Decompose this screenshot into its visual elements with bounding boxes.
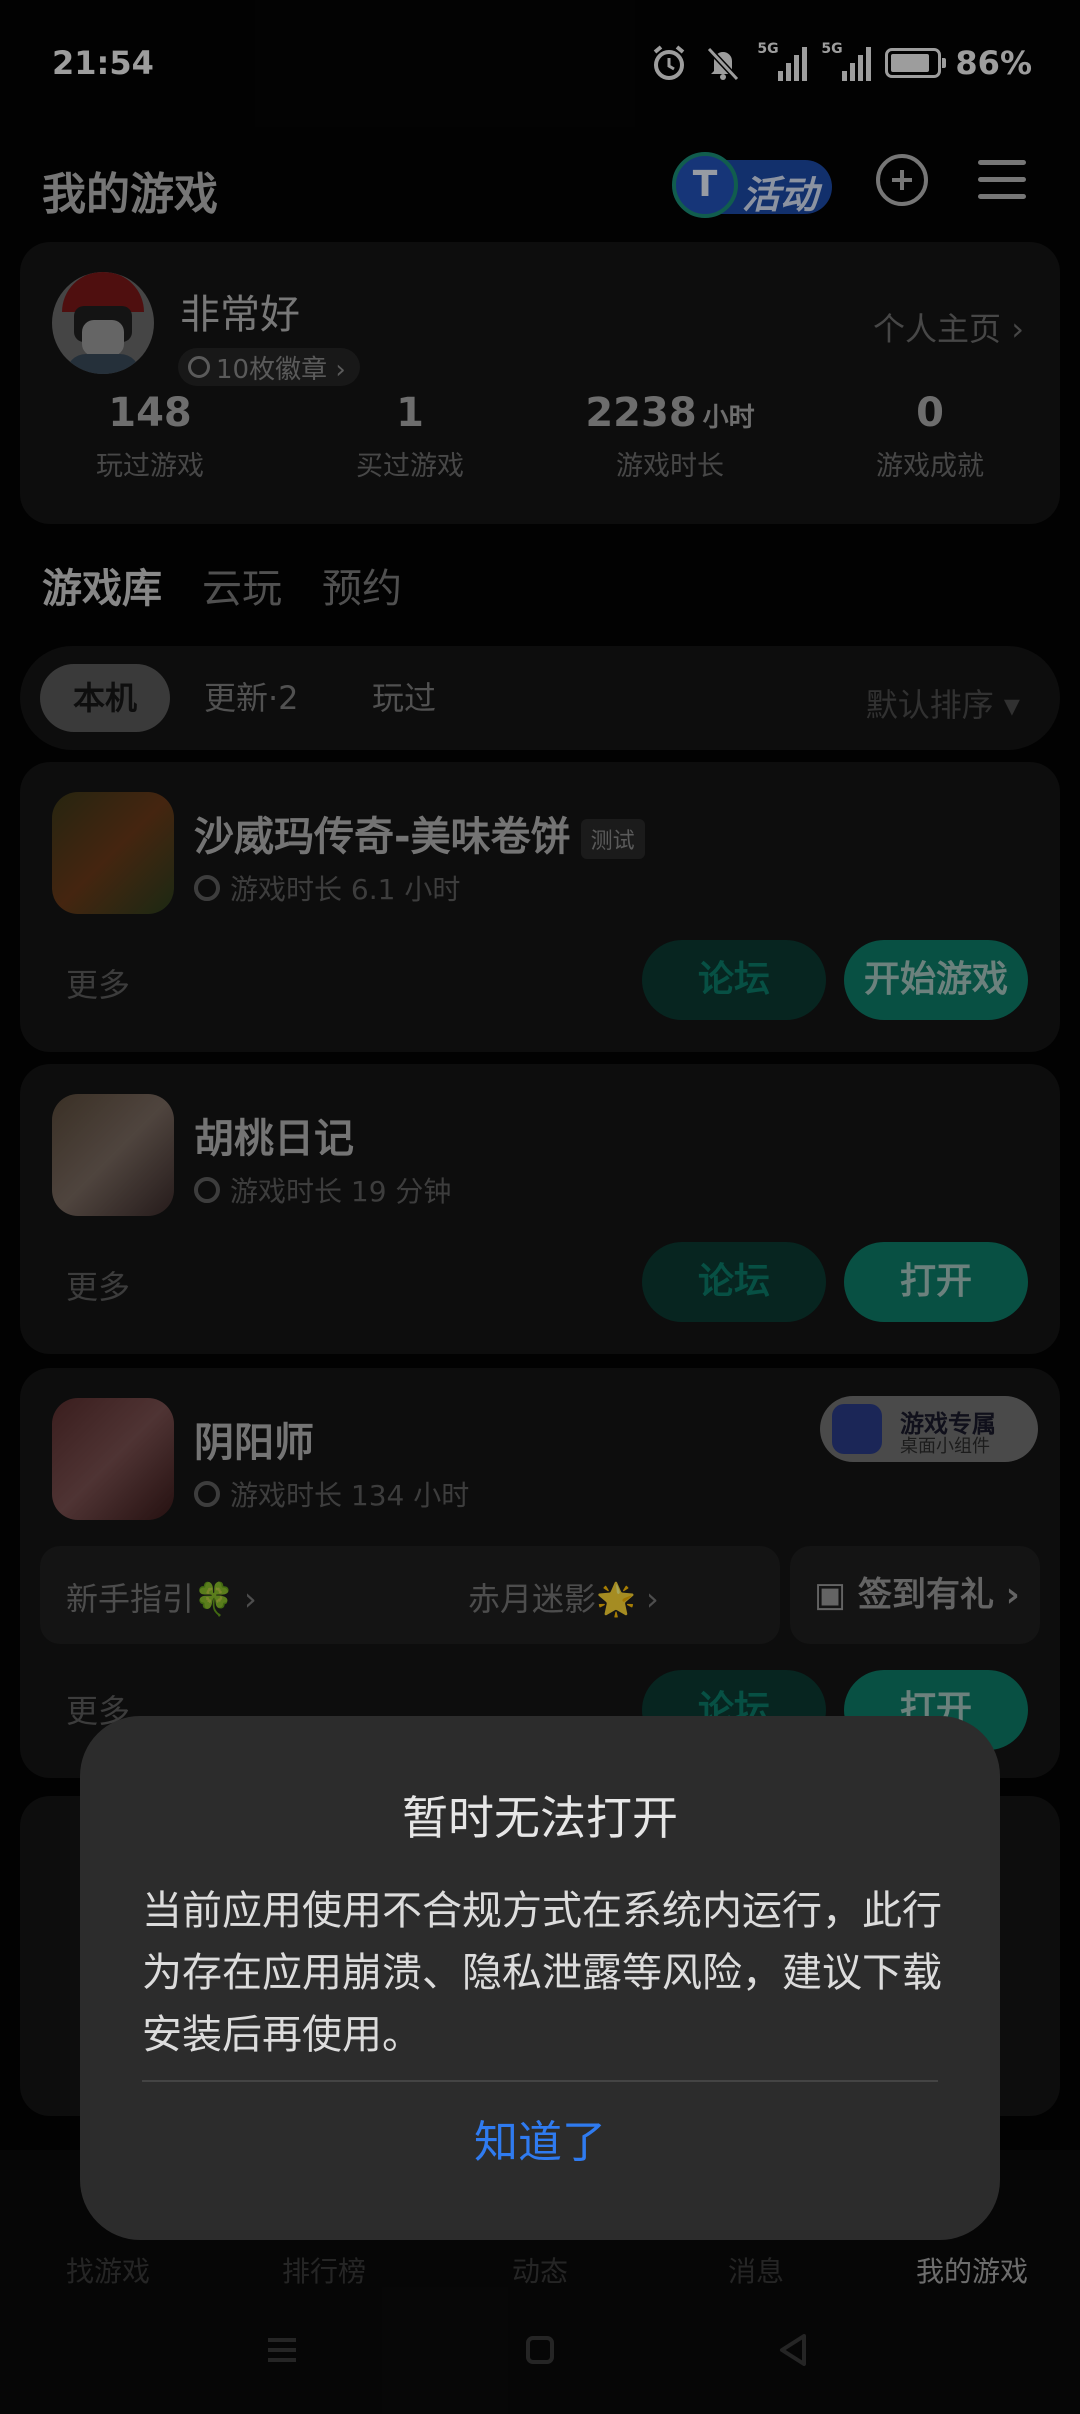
dialog-message: 当前应用使用不合规方式在系统内运行，此行为存在应用崩溃、隐私泄露等风险，建议下载… (142, 1888, 942, 2058)
dialog-divider (142, 2080, 938, 2082)
got-it-button[interactable]: 知道了 (80, 2098, 1000, 2188)
alert-dialog: 暂时无法打开 当前应用使用不合规方式在系统内运行，此行为存在应用崩溃、隐私泄露等… (80, 1716, 1000, 2240)
dialog-footer: 知道了 (80, 2078, 1000, 2198)
dialog-title: 暂时无法打开 (402, 1791, 678, 1845)
